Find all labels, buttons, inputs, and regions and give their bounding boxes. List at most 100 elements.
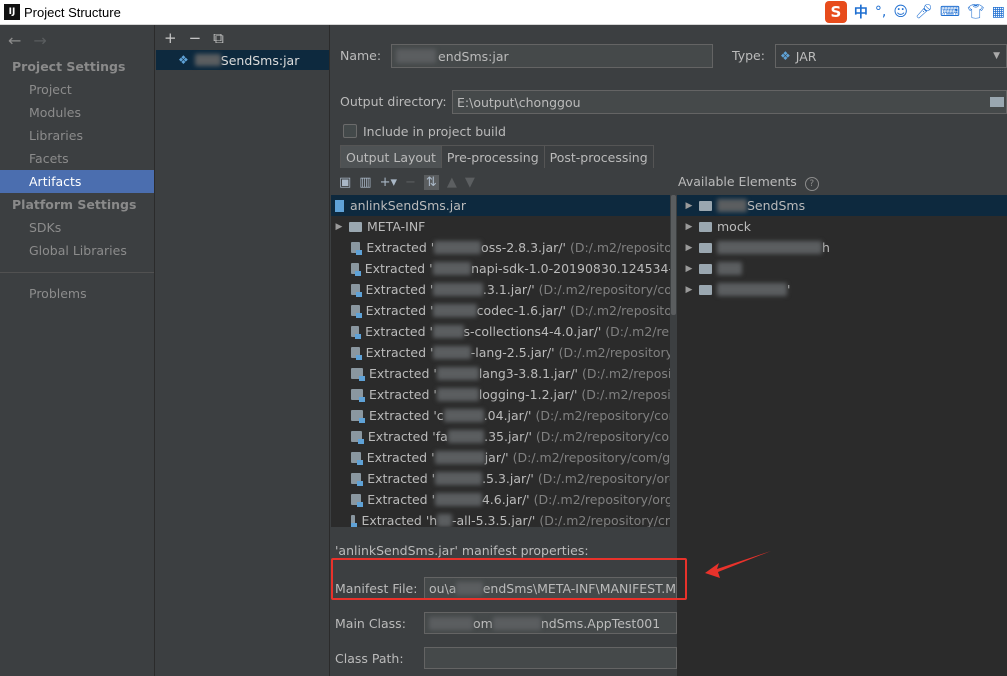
type-select[interactable]: ❖ JAR ▼ (775, 44, 1007, 68)
output-tree-scrollbar[interactable] (670, 195, 677, 527)
arrow-shape (705, 551, 771, 578)
available-row[interactable]: ▶ SendSms (677, 195, 1007, 216)
tree-row-root-jar[interactable]: anlinkSendSms.jar (331, 195, 677, 216)
redacted-text (434, 451, 485, 464)
artifact-list-item[interactable]: ❖ SendSms:jar (156, 50, 329, 70)
toolbox-icon[interactable]: ▦ (992, 4, 1005, 20)
available-row[interactable]: ▶ h (677, 237, 1007, 258)
create-directory-icon[interactable]: ▣ (339, 175, 351, 190)
artifact-tabs: Output Layout Pre-processing Post-proces… (340, 145, 654, 168)
add-copy-icon[interactable]: +▾ (380, 175, 397, 190)
tree-row-extracted[interactable]: Extracted 'h -all-5.3.5.jar/' (D:/.m2/repo… (331, 510, 677, 527)
nav-divider (0, 272, 154, 273)
output-directory-field[interactable]: E:\output\chonggou (452, 90, 1007, 114)
sort-elements-icon[interactable]: ⇅ (423, 175, 439, 190)
microphone-icon[interactable]: 🎤︎ (915, 4, 933, 20)
artifact-list-toolbar: + − ⧉ (155, 25, 329, 50)
tree-row-path: (D:/.m2/repositor (569, 240, 677, 255)
expand-arrow-icon[interactable]: ▶ (681, 201, 697, 211)
expand-arrow-icon[interactable]: ▶ (681, 285, 697, 295)
chinese-mode-toggle[interactable]: 中 (854, 2, 868, 22)
tree-row-label: Extracted ' (366, 450, 435, 465)
emoji-icon[interactable]: ☺ (893, 4, 908, 20)
tree-row-extracted[interactable]: Extracted ' .5.3.jar/' (D:/.m2/repository/… (331, 468, 677, 489)
keyboard-icon[interactable]: ⌨ (940, 4, 960, 20)
include-in-build-checkbox[interactable] (343, 124, 357, 138)
expand-arrow-icon[interactable]: ▶ (681, 243, 697, 253)
redacted-text (429, 616, 473, 630)
nav-item-facets[interactable]: Facets (0, 147, 154, 170)
folder-browse-icon[interactable] (990, 97, 1004, 107)
tree-row-path: (D:/.m2/repository/cor (538, 282, 677, 297)
tree-row-meta-inf[interactable]: ▶ META-INF (331, 216, 677, 237)
add-artifact-icon[interactable]: + (164, 29, 177, 47)
tree-row-name: napi-sdk-1.0-20190830.124534- (471, 261, 673, 276)
nav-item-libraries[interactable]: Libraries (0, 124, 154, 147)
red-arrow-annotation (705, 551, 771, 578)
tree-row-path: (D:/.m2/reposi (581, 387, 671, 402)
redacted-text (436, 367, 479, 380)
tree-row-label: Extracted ' (369, 387, 437, 402)
nav-item-project[interactable]: Project (0, 78, 154, 101)
tree-row-extracted[interactable]: Extracted ' lang3-3.8.1.jar/' (D:/.m2/repo… (331, 363, 677, 384)
tree-row-extracted[interactable]: Extracted ' codec-1.6.jar/' (D:/.m2/reposi… (331, 300, 677, 321)
highlight-box-annotation (331, 558, 687, 600)
available-row[interactable]: ▶ (677, 258, 1007, 279)
tree-row-path: (D:/.m2/repository, (558, 345, 677, 360)
tree-row-extracted[interactable]: Extracted ' 4.6.jar/' (D:/.m2/repository/o… (331, 489, 677, 510)
extracted-jar-icon (351, 389, 365, 402)
punctuation-icon[interactable]: °, (875, 4, 886, 20)
nav-item-modules[interactable]: Modules (0, 101, 154, 124)
copy-artifact-icon[interactable]: ⧉ (213, 29, 224, 47)
tree-row-path: (D:/.m2/repository/con (535, 408, 677, 423)
nav-item-artifacts[interactable]: Artifacts (0, 170, 154, 193)
move-down-icon[interactable]: ▼ (465, 175, 475, 190)
artifact-editor: Name: endSms:jar Type: ❖ JAR ▼ Output di… (331, 25, 1007, 676)
available-row[interactable]: ▶ mock (677, 216, 1007, 237)
tree-row-extracted[interactable]: Extracted ' napi-sdk-1.0-20190830.124534- (331, 258, 677, 279)
tree-row-extracted[interactable]: Extracted ' -lang-2.5.jar/' (D:/.m2/reposi… (331, 342, 677, 363)
tree-row-extracted[interactable]: Extracted ' oss-2.8.3.jar/' (D:/.m2/reposi… (331, 237, 677, 258)
tree-row-extracted[interactable]: Extracted ' .3.1.jar/' (D:/.m2/repository/… (331, 279, 677, 300)
tree-row-extracted[interactable]: Extracted ' logging-1.2.jar/' (D:/.m2/repo… (331, 384, 677, 405)
sogou-logo-icon[interactable]: S (824, 1, 847, 23)
module-folder-icon (699, 242, 712, 253)
extracted-jar-icon (351, 431, 364, 444)
extracted-jar-icon (351, 347, 362, 360)
intellij-app-icon: IJ (4, 4, 20, 20)
scrollbar-thumb[interactable] (671, 195, 676, 315)
expand-arrow-icon[interactable]: ▶ (681, 222, 697, 232)
create-archive-icon[interactable]: ▥ (359, 175, 371, 190)
tree-row-name: .3.1.jar/' (482, 282, 535, 297)
shirt-icon[interactable]: 👕︎ (967, 4, 985, 20)
available-row[interactable]: ▶ ' (677, 279, 1007, 300)
remove-artifact-icon[interactable]: − (189, 29, 202, 47)
move-up-icon[interactable]: ▲ (447, 175, 457, 190)
window-title: Project Structure (24, 4, 121, 20)
name-field[interactable]: endSms:jar (391, 44, 713, 68)
tree-row-extracted[interactable]: Extracted ' jar/' (D:/.m2/repository/com/g… (331, 447, 677, 468)
main-class-field[interactable]: om ndSms.AppTest001 (424, 612, 677, 634)
tree-row-extracted[interactable]: Extracted 'fa .35.jar/' (D:/.m2/repository… (331, 426, 677, 447)
forward-arrow-icon[interactable]: → (33, 31, 46, 50)
redacted-text (717, 283, 787, 296)
tab-output-layout[interactable]: Output Layout (340, 145, 442, 168)
remove-element-icon[interactable]: − (405, 175, 416, 190)
extracted-jar-icon (351, 242, 363, 255)
back-arrow-icon[interactable]: ← (8, 31, 21, 50)
tree-row-name: -lang-2.5.jar/' (470, 345, 555, 360)
redacted-text (432, 262, 472, 275)
tab-post-processing[interactable]: Post-processing (543, 145, 654, 168)
tree-row-extracted[interactable]: Extracted ' s-collections4-4.0.jar/' (D:/.… (331, 321, 677, 342)
expand-arrow-icon[interactable]: ▶ (681, 264, 697, 274)
tree-row-label: META-INF (367, 219, 426, 234)
nav-item-problems[interactable]: Problems (0, 282, 154, 305)
settings-nav: ← → Project Settings Project Modules Lib… (0, 25, 155, 676)
help-icon[interactable]: ? (804, 177, 819, 191)
tab-pre-processing[interactable]: Pre-processing (440, 145, 545, 168)
class-path-field[interactable] (424, 647, 677, 669)
tree-row-extracted[interactable]: Extracted 'c .04.jar/' (D:/.m2/repository/… (331, 405, 677, 426)
nav-item-sdks[interactable]: SDKs (0, 216, 154, 239)
nav-item-global-libraries[interactable]: Global Libraries (0, 239, 154, 262)
expand-arrow-icon[interactable]: ▶ (331, 222, 347, 232)
